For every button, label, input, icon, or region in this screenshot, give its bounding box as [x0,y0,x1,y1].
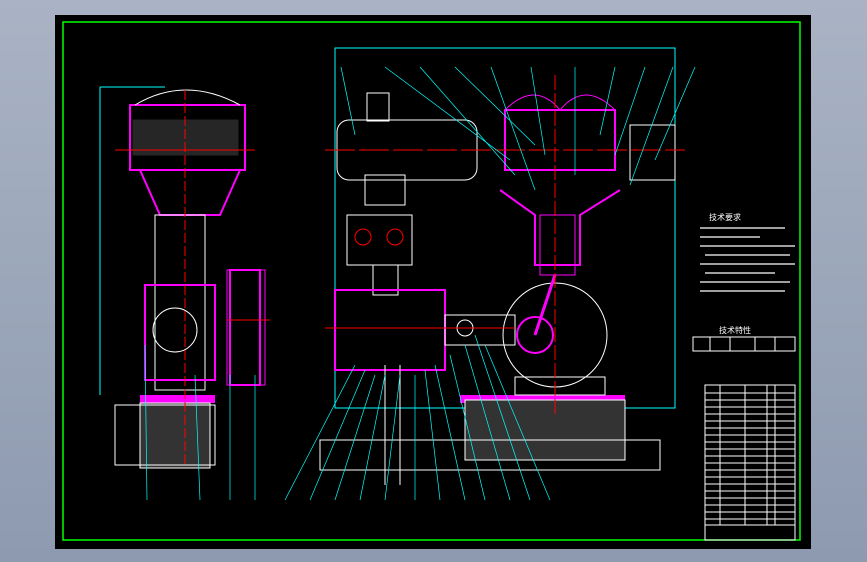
tech-requirements-title: 技术要求 [709,212,741,222]
parts-list-table [704,384,796,541]
compressor-assembly-drawing: 技术要求 技术特性 [62,21,801,541]
side-view [99,86,270,469]
tech-spec-title: 技术特性 [719,325,751,335]
notes-area: 技术要求 技术特性 [692,212,796,352]
cad-drawing-canvas[interactable]: 技术要求 技术特性 [55,15,811,549]
